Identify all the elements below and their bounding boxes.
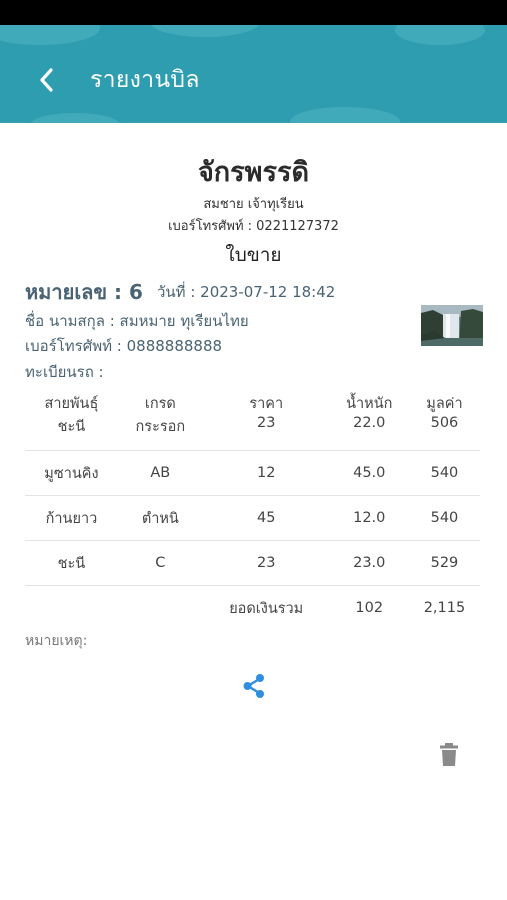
document-type: ใบขาย: [225, 244, 282, 266]
column-header: น้ำหนัก: [346, 396, 393, 412]
table-cell: ชะนี: [25, 540, 118, 586]
table-cell: กระรอก: [117, 415, 203, 451]
back-button[interactable]: [30, 63, 64, 97]
table-cell: ก้านยาว: [25, 495, 118, 541]
column-header: มูลค่า: [426, 396, 463, 412]
table-row: ชะนี กระรอก 23 22.0 506: [25, 415, 480, 451]
customer-phone: เบอร์โทรศัพท์ : 0888888888: [25, 337, 223, 355]
table-cell: [25, 586, 118, 631]
table-header-row: สายพันธุ์ เกรด ราคา น้ำหนัก มูลค่า: [25, 392, 480, 415]
license-plate: ทะเบียนรถ :: [25, 363, 104, 381]
table-cell: 23: [202, 540, 330, 586]
trash-icon: [440, 743, 458, 766]
waterfall-image: [421, 305, 483, 346]
share-icon: [243, 674, 264, 698]
table-cell: 22.0: [329, 415, 409, 451]
items-table: สายพันธุ์ เกรด ราคา น้ำหนัก มูลค่า ชะนี …: [25, 392, 480, 630]
decor-blob: [290, 107, 400, 123]
decor-blob: [30, 113, 120, 123]
chevron-left-icon: [40, 68, 53, 92]
table-cell: 529: [408, 540, 480, 586]
share-button[interactable]: [240, 672, 268, 700]
table-cell: 506: [408, 415, 480, 451]
table-cell: 12.0: [329, 495, 409, 541]
status-bar: [0, 0, 507, 25]
bill-number: หมายเลข : 6: [25, 280, 143, 304]
delete-button[interactable]: [436, 741, 462, 769]
table-cell: 45: [202, 495, 330, 541]
column-header: เกรด: [144, 396, 176, 412]
table-row: มูซานคิง AB 12 45.0 540: [25, 450, 480, 496]
table-cell: 540: [408, 450, 480, 496]
total-row: ยอดเงินรวม 102 2,115: [25, 586, 480, 631]
decor-blob: [150, 25, 260, 37]
customer-name: ชื่อ นามสกุล : สมหมาย ทุเรียนไทย: [25, 312, 249, 330]
column-header: ราคา: [249, 396, 284, 412]
decor-blob: [395, 25, 485, 45]
table-row: ก้านยาว ตำหนิ 45 12.0 540: [25, 495, 480, 541]
note-label: หมายเหตุ:: [25, 633, 88, 649]
table-cell: 45.0: [329, 450, 409, 496]
table-cell: AB: [117, 450, 203, 496]
table-cell: [118, 586, 203, 631]
total-weight: 102: [355, 600, 384, 616]
table-row: ชะนี C 23 23.0 529: [25, 540, 480, 586]
shop-owner: สมชาย เจ้าทุเรียน: [203, 197, 304, 212]
total-amount: 2,115: [423, 600, 466, 616]
table-cell: 23: [202, 415, 330, 451]
shop-phone: เบอร์โทรศัพท์ : 0221127372: [168, 219, 339, 234]
page-title: รายงานบิล: [90, 67, 200, 93]
table-cell: มูซานคิง: [25, 450, 118, 496]
decor-blob: [0, 25, 100, 45]
bill-date: วันที่ : 2023-07-12 18:42: [157, 283, 336, 301]
table-cell: ตำหนิ: [117, 495, 203, 541]
app-bar: รายงานบิล: [0, 25, 507, 123]
table-cell: ชะนี: [25, 415, 118, 451]
table-cell: C: [117, 540, 203, 586]
table-cell: 12: [202, 450, 330, 496]
bill-photo-thumbnail[interactable]: [421, 305, 483, 346]
shop-name: จักรพรรดิ: [197, 157, 309, 188]
table-cell: 23.0: [329, 540, 409, 586]
column-header: สายพันธุ์: [44, 396, 99, 412]
total-label: ยอดเงินรวม: [229, 600, 304, 617]
table-cell: 540: [408, 495, 480, 541]
